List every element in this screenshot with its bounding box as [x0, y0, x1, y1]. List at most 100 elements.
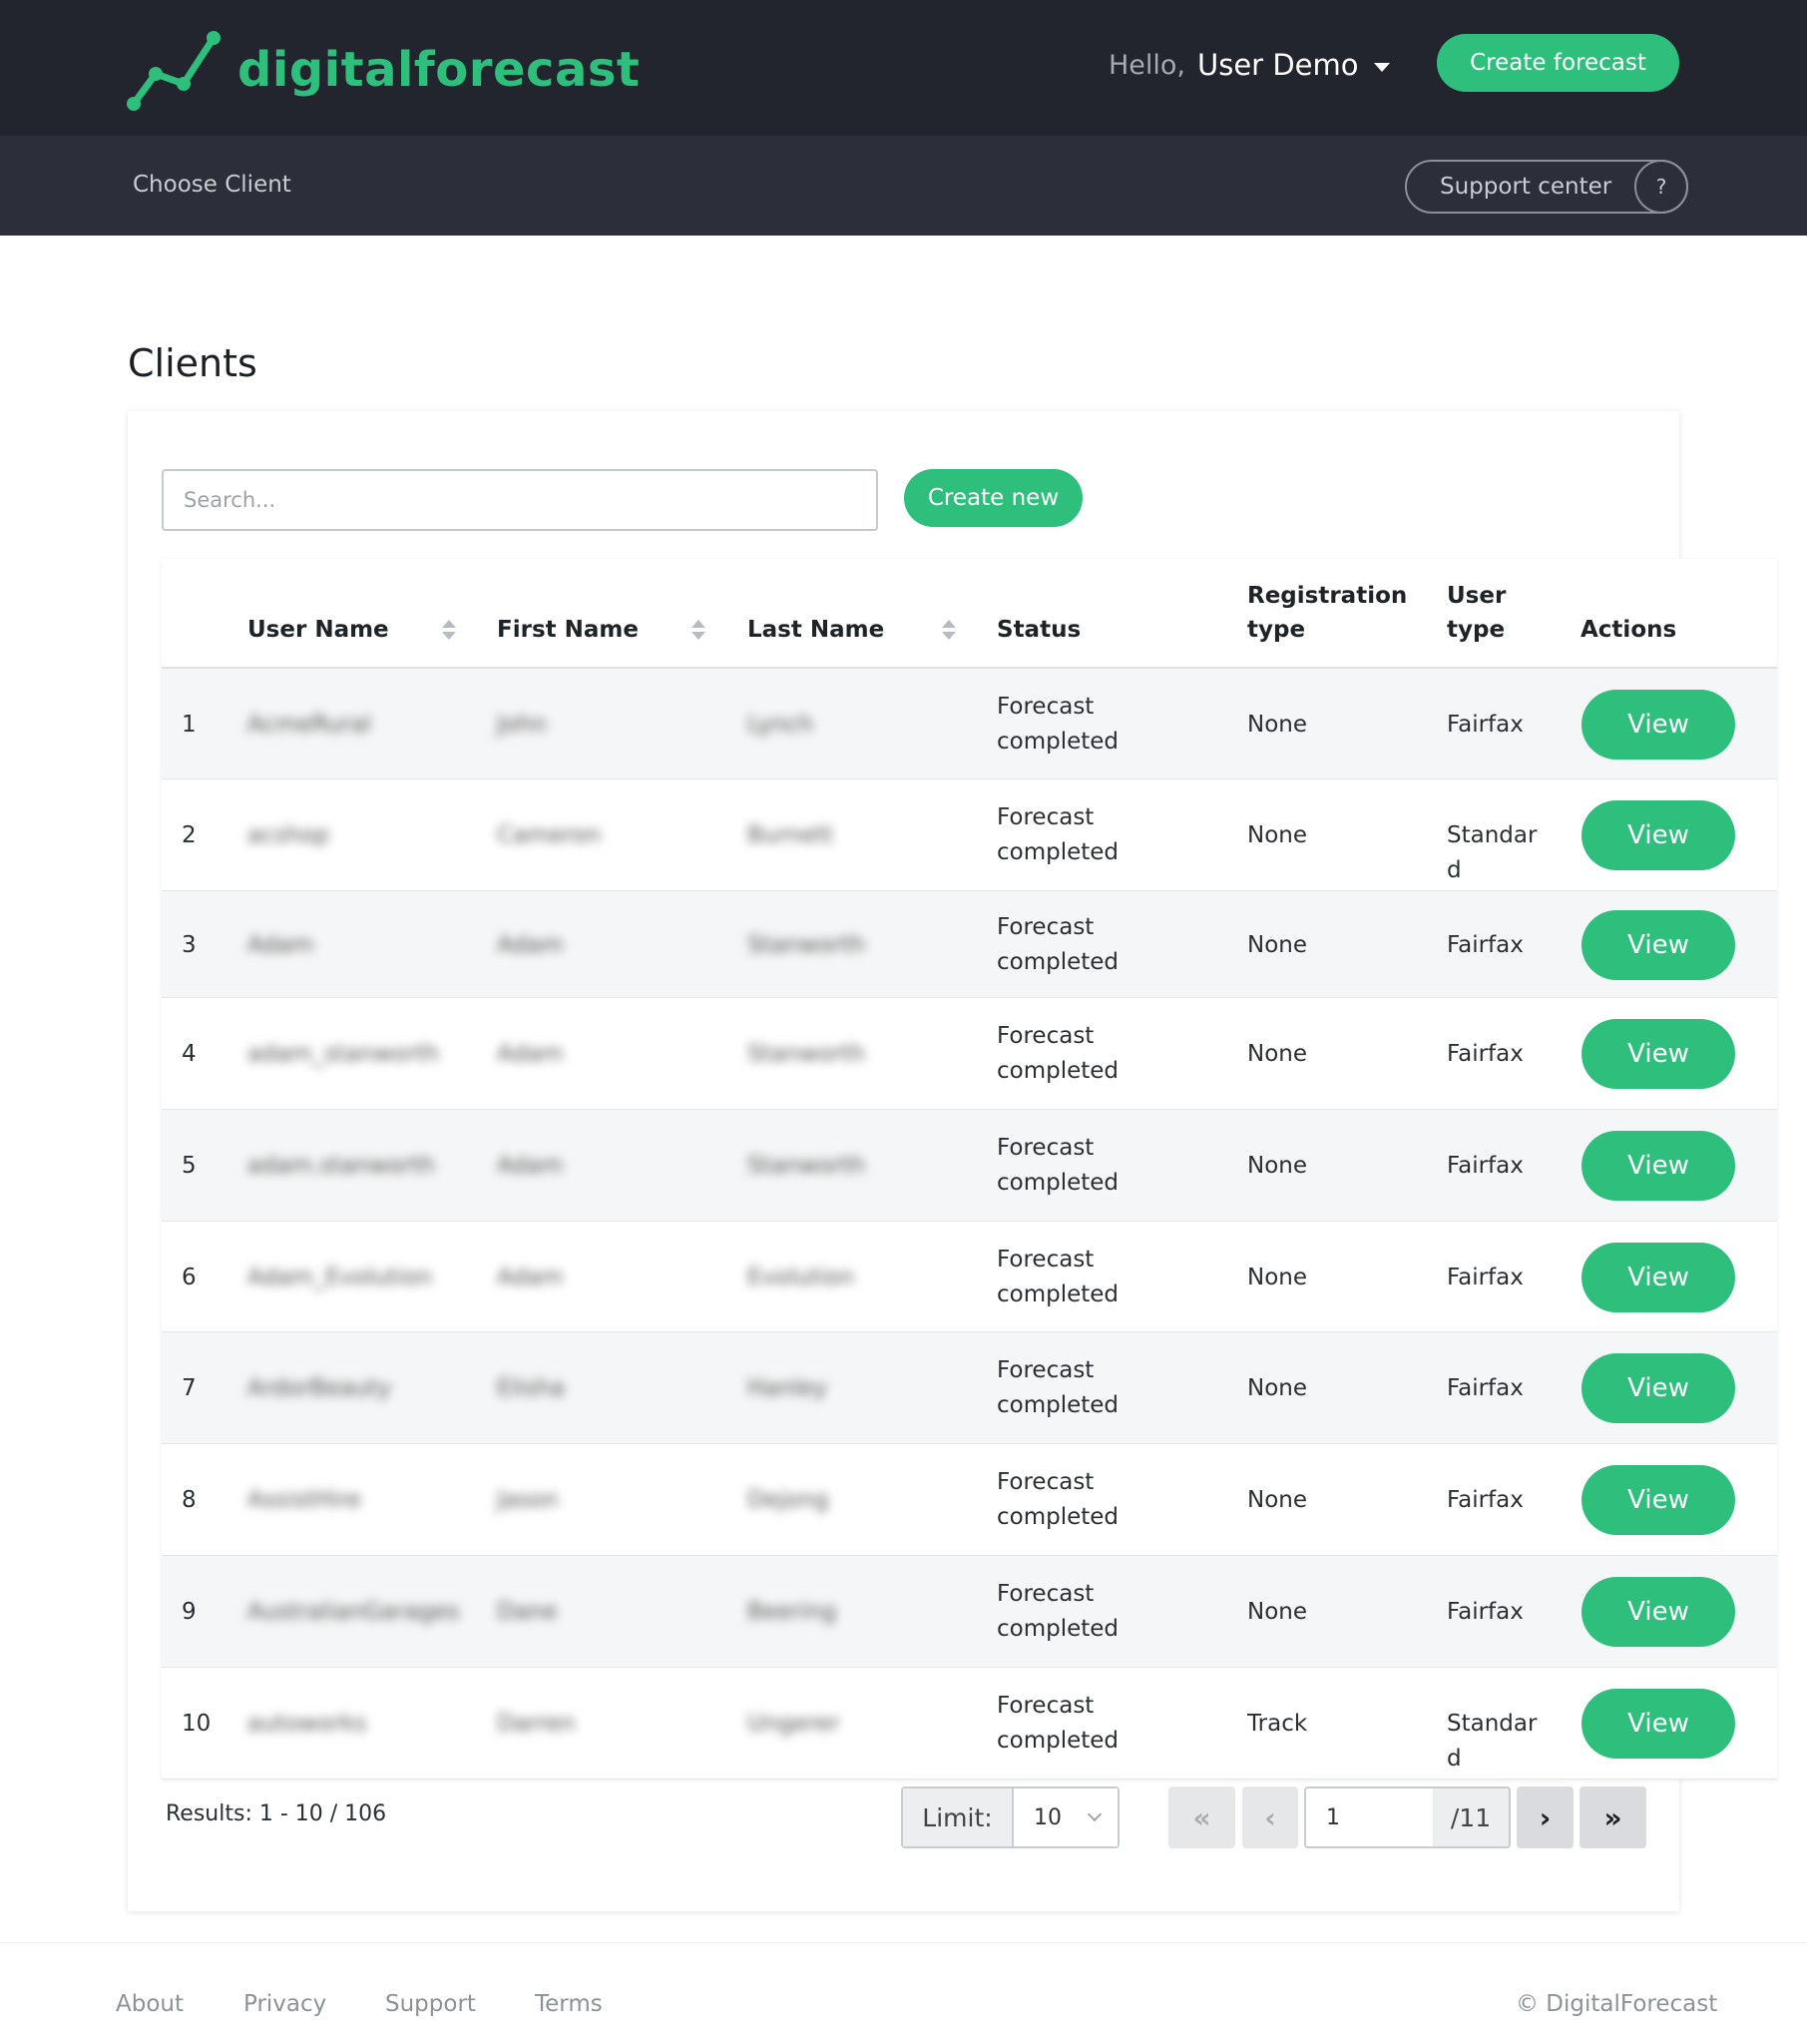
last-page-icon[interactable]: »	[1580, 1787, 1646, 1848]
cell-user-name: autoworks	[247, 1711, 367, 1737]
cell-first-name: Jason	[497, 1487, 559, 1513]
results-count: Results: 1 - 10 / 106	[166, 1801, 387, 1826]
column-header-first-name[interactable]: First Name	[497, 613, 639, 647]
column-header-user-name[interactable]: User Name	[247, 613, 389, 647]
view-button[interactable]: View	[1581, 1353, 1735, 1423]
cell-user-name: AcmeRural	[247, 711, 371, 738]
cell-status: Forecast completed	[997, 913, 1120, 975]
cell-first-name: Elisha	[497, 1375, 565, 1401]
cell-user-type: Fairfax	[1447, 711, 1524, 738]
cell-status: Forecast completed	[997, 1246, 1120, 1307]
footer-link-privacy[interactable]: Privacy	[243, 1991, 326, 2017]
cell-user-type: Fairfax	[1447, 1599, 1524, 1625]
cell-user-name: acshop	[247, 822, 329, 848]
prev-page-icon[interactable]: ‹	[1242, 1787, 1298, 1848]
cell-first-name: Darren	[497, 1711, 576, 1737]
row-number: 7	[182, 1375, 197, 1401]
row-number: 10	[182, 1711, 212, 1737]
page-title: Clients	[128, 341, 257, 385]
table-row: 7 ArdorBeauty Elisha Hanley Forecast complet…	[162, 1332, 1777, 1444]
cell-first-name: Cameron	[497, 822, 602, 848]
sort-icon[interactable]	[442, 620, 456, 642]
table-row: 8 AssistHire Jason Dejong Forecast completed…	[162, 1444, 1777, 1556]
limit-value: 10	[1034, 1804, 1062, 1830]
footer-link-support[interactable]: Support	[385, 1991, 476, 2017]
view-button[interactable]: View	[1581, 1242, 1735, 1312]
cell-first-name: Adam	[497, 1041, 564, 1067]
cell-last-name: Stanworth	[747, 1041, 866, 1067]
cell-user-name: AssistHire	[247, 1487, 361, 1513]
column-header-status: Status	[997, 617, 1082, 643]
view-button[interactable]: View	[1581, 689, 1735, 760]
cell-last-name: Dejong	[747, 1487, 829, 1513]
footer-link-about[interactable]: About	[116, 1991, 184, 2017]
cell-registration-type: None	[1247, 1375, 1308, 1401]
cell-first-name: Adam	[497, 1264, 564, 1290]
clients-table: User Name First Name Last Name Status Re…	[162, 559, 1777, 1780]
view-button[interactable]: View	[1581, 1019, 1735, 1089]
cell-first-name: Adam	[497, 1153, 564, 1179]
cell-last-name: Hanley	[747, 1375, 828, 1401]
view-button[interactable]: View	[1581, 909, 1735, 980]
row-number: 3	[182, 931, 197, 958]
row-number: 6	[182, 1264, 197, 1290]
brand-logo[interactable]: digitalforecast	[126, 28, 640, 112]
table-row: 5 adam.stanworth Adam Stanworth Forecast com…	[162, 1110, 1777, 1222]
cell-registration-type: None	[1247, 1264, 1308, 1290]
cell-user-type: Fairfax	[1447, 1487, 1524, 1513]
view-button[interactable]: View	[1581, 800, 1735, 870]
support-center-label: Support center	[1440, 174, 1612, 200]
sort-icon[interactable]	[942, 620, 956, 642]
page-number-input[interactable]	[1304, 1787, 1435, 1848]
view-button[interactable]: View	[1581, 1465, 1735, 1535]
copyright: © DigitalForecast	[1516, 1991, 1718, 2017]
cell-user-type: Standard	[1447, 1711, 1538, 1772]
top-navbar: digitalforecast Hello, User Demo Create …	[0, 0, 1807, 136]
cell-last-name: Ungerer	[747, 1711, 840, 1737]
cell-last-name: Lynch	[747, 711, 814, 738]
table-row: 4 adam_stanworth Adam Stanworth Forecast com…	[162, 998, 1777, 1110]
next-page-icon[interactable]: ›	[1517, 1787, 1574, 1848]
row-number: 1	[182, 711, 197, 738]
cell-user-type: Fairfax	[1447, 1041, 1524, 1067]
cell-registration-type: Track	[1247, 1711, 1308, 1737]
row-number: 8	[182, 1487, 197, 1513]
sub-navbar: Choose Client Support center ?	[0, 136, 1807, 236]
cell-user-type: Fairfax	[1447, 931, 1524, 958]
sort-icon[interactable]	[691, 620, 705, 642]
table-row: 9 AustralianGarages Dane Beering Forecast co…	[162, 1556, 1777, 1668]
view-button[interactable]: View	[1581, 1689, 1735, 1759]
table-body: 1 AcmeRural John Lynch Forecast completed Non…	[162, 669, 1777, 1780]
user-menu[interactable]: User Demo	[1197, 48, 1391, 82]
row-number: 4	[182, 1041, 197, 1067]
limit-select[interactable]: 10	[1014, 1788, 1118, 1846]
create-new-button[interactable]: Create new	[904, 469, 1083, 527]
cell-registration-type: None	[1247, 1487, 1308, 1513]
column-header-last-name[interactable]: Last Name	[747, 613, 884, 647]
choose-client-link[interactable]: Choose Client	[133, 172, 291, 198]
user-name: User Demo	[1197, 48, 1359, 82]
cell-last-name: Burnett	[747, 822, 834, 848]
cell-user-type: Fairfax	[1447, 1153, 1524, 1179]
row-number: 9	[182, 1599, 197, 1625]
cell-registration-type: None	[1247, 931, 1308, 958]
first-page-icon[interactable]: «	[1168, 1787, 1235, 1848]
cell-last-name: Stanworth	[747, 931, 866, 958]
cell-last-name: Beering	[747, 1599, 837, 1625]
cell-user-type: Standard	[1447, 822, 1538, 883]
support-center-button[interactable]: Support center ?	[1405, 160, 1688, 214]
search-input[interactable]	[162, 469, 878, 531]
cell-user-type: Fairfax	[1447, 1375, 1524, 1401]
create-forecast-button[interactable]: Create forecast	[1437, 34, 1679, 92]
table-row: 6 Adam_Evolution Adam Evolution Forecast com…	[162, 1222, 1777, 1332]
brand-name: digitalforecast	[237, 42, 641, 98]
table-row: 2 acshop Cameron Burnett Forecast completed N…	[162, 779, 1777, 891]
view-button[interactable]: View	[1581, 1131, 1735, 1201]
view-button[interactable]: View	[1581, 1577, 1735, 1647]
cell-status: Forecast completed	[997, 1581, 1120, 1642]
cell-registration-type: None	[1247, 1599, 1308, 1625]
table-row: 10 autoworks Darren Ungerer Forecast complet…	[162, 1668, 1777, 1780]
column-header-registration-type: Registration type	[1247, 583, 1408, 643]
footer-link-terms[interactable]: Terms	[535, 1991, 603, 2017]
total-pages: /11	[1433, 1787, 1511, 1848]
